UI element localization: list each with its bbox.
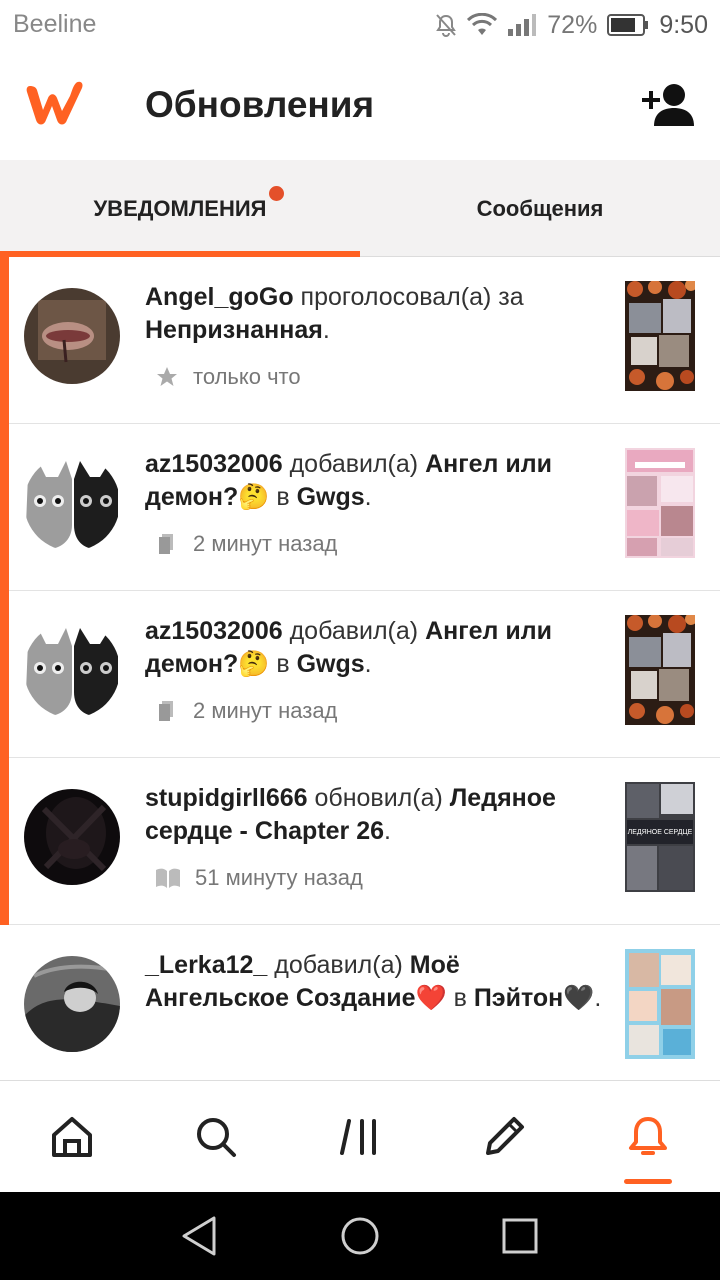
suffix-text: . [384,817,391,845]
middle-text: в [269,650,297,678]
notification-meta: 2 минут назад [155,529,337,559]
notification-item[interactable]: stupidgirll666 обновил(а) Ледяное сердце… [0,758,720,925]
nav-home[interactable] [0,1081,144,1193]
action-text: проголосовал(а) за [293,283,524,311]
suffix-text: . [322,316,330,344]
tab-notifications-label: УВЕДОМЛЕНИЯ [93,195,267,221]
action-text: добавил(а) [267,951,410,979]
recents-icon [502,1218,538,1254]
action-text: добавил(а) [282,450,426,478]
nav-search[interactable] [144,1081,288,1193]
circle-home-icon [341,1217,379,1255]
notifications-icon [629,1117,667,1155]
back-button[interactable] [178,1214,222,1258]
add-user-icon [642,84,694,126]
active-nav-indicator [624,1179,672,1184]
timestamp: 2 минут назад [193,698,338,723]
app-header: Обновления [0,50,720,160]
tab-messages[interactable]: Сообщения [360,160,720,257]
nav-library[interactable] [288,1081,432,1193]
notification-text: Angel_goGo проголосовал(а) за Непризнанн… [145,281,605,347]
username[interactable]: _Lerka12_ [145,951,267,979]
wifi-icon [467,13,498,37]
book-icon [156,868,180,888]
tab-notifications[interactable]: УВЕДОМЛЕНИЯ [0,160,360,257]
story-cover-thumbnail[interactable]: ЛЕДЯНОЕ СЕРДЦЕ [625,782,695,892]
notification-item[interactable]: az15032006 добавил(а) Ангел или демон?🤔 … [0,591,720,758]
tab-messages-label: Сообщения [476,195,604,221]
system-navigation-bar [0,1192,720,1280]
reading-list-name[interactable]: Gwgs [297,483,365,511]
back-icon [182,1216,216,1256]
reading-list-name[interactable]: Пэйтон🖤 [474,984,595,1012]
notification-text: az15032006 добавил(а) Ангел или демон?🤔 … [145,615,605,681]
story-cover-thumbnail[interactable] [625,949,695,1059]
home-system-button[interactable] [338,1214,382,1258]
username[interactable]: Angel_goGo [145,283,294,311]
clock: 9:50 [659,10,708,39]
avatar[interactable] [24,455,120,551]
page-title: Обновления [145,84,375,125]
notification-meta: 2 минут назад [155,696,337,726]
suffix-text: . [364,483,372,511]
story-title[interactable]: Непризнанная [145,316,323,344]
notification-item[interactable]: Angel_goGo проголосовал(а) за Непризнанн… [0,257,720,424]
home-icon [52,1117,92,1157]
notification-meta: 51 минуту назад [155,863,363,893]
username[interactable]: az15032006 [145,617,283,645]
search-icon [197,1118,236,1157]
story-cover-thumbnail[interactable] [625,615,695,725]
notifications-list[interactable]: Angel_goGo проголосовал(а) за Непризнанн… [0,257,720,1080]
star-icon [157,367,177,386]
add-user-button[interactable] [640,82,696,128]
timestamp: только что [193,364,301,389]
middle-text: в [269,483,297,511]
write-icon [486,1117,524,1155]
unread-dot [269,186,284,201]
avatar[interactable] [24,789,120,885]
avatar[interactable] [24,956,120,1052]
avatar[interactable] [24,622,120,718]
bottom-navigation [0,1080,720,1192]
cover-title-text: ЛЕДЯНОЕ СЕРДЦЕ [628,829,693,836]
carrier-name: Beeline [13,10,97,38]
middle-text: в [446,984,474,1012]
updates-tabs: УВЕДОМЛЕНИЯ Сообщения [0,160,720,257]
battery-percent: 72% [547,10,598,39]
suffix-text: . [364,650,372,678]
nav-notifications[interactable] [576,1081,720,1193]
action-text: обновил(а) [307,784,450,812]
reading-list-icon [159,534,173,554]
notification-item[interactable]: az15032006 добавил(а) Ангел или демон?🤔 … [0,424,720,591]
status-bar: Beeline 72% 9:50 [0,0,720,50]
story-cover-thumbnail[interactable] [625,448,695,558]
username[interactable]: stupidgirll666 [145,784,308,812]
library-icon [340,1119,376,1155]
reading-list-icon [159,701,173,721]
timestamp: 2 минут назад [193,531,338,556]
suffix-text: . [594,984,602,1012]
notification-item[interactable]: _Lerka12_ добавил(а) Моё Ангельское Созд… [0,925,720,1080]
status-icons: 72% 9:50 [435,8,708,42]
mute-icon [435,13,457,37]
signal-icon [507,13,537,37]
recents-button[interactable] [498,1214,542,1258]
notification-text: az15032006 добавил(а) Ангел или демон?🤔 … [145,448,605,514]
notification-meta: только что [155,362,301,392]
nav-write[interactable] [432,1081,576,1193]
wattpad-logo-icon[interactable] [24,78,90,128]
story-cover-thumbnail[interactable] [625,281,695,391]
reading-list-name[interactable]: Gwgs [297,650,365,678]
notification-text: stupidgirll666 обновил(а) Ледяное сердце… [145,782,605,848]
battery-icon [607,14,649,36]
action-text: добавил(а) [282,617,426,645]
notification-text: _Lerka12_ добавил(а) Моё Ангельское Созд… [145,949,605,1015]
username[interactable]: az15032006 [145,450,283,478]
timestamp: 51 минуту назад [195,865,363,890]
avatar[interactable] [24,288,120,384]
